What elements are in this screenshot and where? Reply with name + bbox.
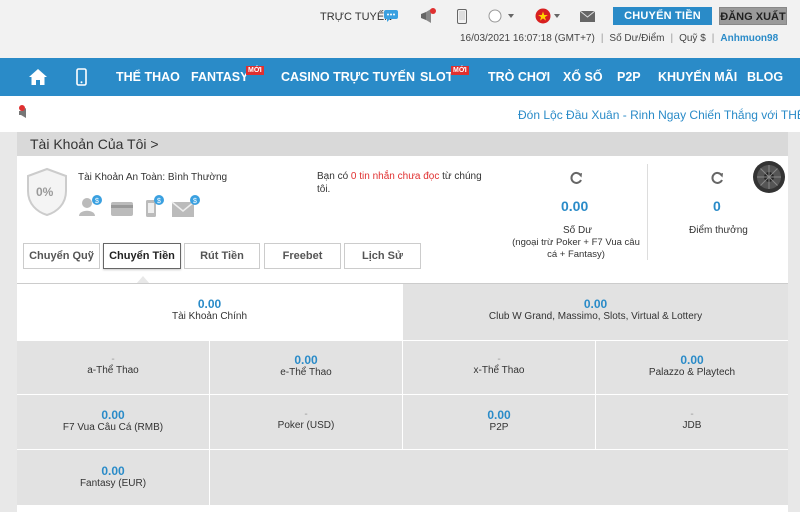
tab-fund-transfer[interactable]: Chuyển Quỹ [23,243,100,269]
nav-blog[interactable]: BLOG [747,70,783,84]
online-label: TRỰC TUYẾN [320,11,393,23]
balance-points-label[interactable]: Số Dư/Điểm [609,33,664,44]
wallet-label: Fantasy (EUR) [79,478,147,489]
nav-fantasy-label: FANTASY [191,70,249,84]
megaphone-icon [18,105,36,126]
wallet-f7[interactable]: 0.00 F7 Vua Câu Cá (RMB) [17,395,209,449]
wallet-label: P2P [489,422,509,433]
wallet-value: 0.00 [294,353,318,367]
divider: | [670,33,674,44]
chat-icon[interactable] [383,8,399,24]
mail-icon[interactable] [579,10,595,22]
profile-verify-icon[interactable]: $ [78,194,104,223]
wallet-value: 0.00 [583,297,608,311]
tab-history[interactable]: Lịch Sử [344,243,421,269]
wallet-label: JDB [682,420,702,431]
new-badge: MỚI [451,66,469,75]
unread-messages-link[interactable]: 0 tin nhắn chưa đọc [351,171,439,182]
transfer-button[interactable]: CHUYỂN TIỀN [613,7,712,25]
username[interactable]: Anhmuon98 [720,33,778,44]
account-info-line: 16/03/2021 16:07:18 (GMT+7) | Số Dư/Điểm… [460,33,778,44]
wallet-e-sport[interactable]: 0.00 e-Thể Thao [210,341,402,394]
security-label: Tài Khoản An Toàn: Bình Thường [78,172,228,183]
points-value: 0 [713,198,721,214]
wallet-label: Poker (USD) [277,420,335,431]
divider: | [600,33,604,44]
wallet-value: 0.00 [101,408,125,422]
unread-messages-notice: Bạn có 0 tin nhắn chưa đọc từ chúng tôi. [317,170,497,196]
mobile-nav-icon[interactable] [76,68,87,91]
wallet-value: 0.00 [101,464,125,478]
refresh-balance-icon[interactable] [569,171,583,190]
nav-promotions[interactable]: KHUYẾN MÃI [658,70,737,84]
wallet-value: 0.00 [487,408,511,422]
wallet-poker[interactable]: - Poker (USD) [210,395,402,449]
announcement-icon[interactable] [418,7,438,25]
svg-text:$: $ [95,198,99,205]
tab-money-transfer[interactable]: Chuyển Tiền [103,243,181,269]
main-nav: THỂ THAO FANTASY MỚI CASINO TRỰC TUYẾN SL… [0,58,800,96]
svg-text:$: $ [157,198,161,205]
nav-p2p[interactable]: P2P [617,70,641,84]
balance-label: Số Dư [563,225,592,236]
wallet-x-sport[interactable]: - x-Thể Thao [403,341,595,394]
wallet-label: Club W Grand, Massimo, Slots, Virtual & … [488,311,703,322]
announcement-text[interactable]: Đón Lộc Đầu Xuân - Rinh Ngay Chiến Thắng… [518,108,800,122]
nav-fantasy[interactable]: FANTASY MỚI [191,66,264,84]
logout-button[interactable]: ĐĂNG XUẤT [719,7,787,25]
tab-freebet[interactable]: Freebet [264,243,341,269]
msg-pre: Bạn có [317,171,351,182]
refresh-points-icon[interactable] [710,171,724,190]
divider [647,164,648,260]
wallet-label: F7 Vua Câu Cá (RMB) [62,422,164,433]
wallet-value: - [111,354,115,365]
points-label: Điểm thưởng [689,225,748,236]
account-title[interactable]: Tài Khoản Của Tôi > [30,136,159,152]
mobile-icon[interactable] [456,8,468,24]
divider: | [711,33,715,44]
datetime: 16/03/2021 16:07:18 (GMT+7) [460,33,595,44]
security-percent: 0% [36,185,54,199]
wallet-value: - [304,409,308,420]
tab-withdraw[interactable]: Rút Tiền [184,243,260,269]
wallet-label: Tài Khoản Chính [171,311,248,322]
lucky-wheel-icon[interactable] [752,158,786,199]
wallet-jdb[interactable]: - JDB [596,395,788,449]
email-verify-icon[interactable]: $ [171,194,201,223]
balance-note: (ngoại trừ Poker + F7 Vua câu cá + Fanta… [512,237,640,260]
vietnam-flag-icon[interactable] [535,8,561,24]
wallet-a-sport[interactable]: - a-Thể Thao [17,341,209,394]
phone-verify-icon[interactable]: $ [144,194,166,223]
home-icon[interactable] [29,69,47,90]
nav-slot[interactable]: SLOT MỚI [420,66,469,84]
nav-slot-label: SLOT [420,70,454,84]
empty-cell [210,450,788,505]
nav-lottery[interactable]: XỔ SỐ [563,70,603,84]
nav-games[interactable]: TRÒ CHƠI [488,70,550,84]
wallet-label: a-Thể Thao [87,365,139,376]
wallet-fantasy[interactable]: 0.00 Fantasy (EUR) [17,450,209,505]
nav-sports[interactable]: THỂ THAO [116,70,180,84]
wallet-label: x-Thể Thao [473,365,525,376]
wallet-label: Palazzo & Playtech [648,367,736,378]
wallet-club[interactable]: 0.00 Club W Grand, Massimo, Slots, Virtu… [403,284,788,340]
bank-card-icon[interactable] [110,194,136,223]
wallet-label: e-Thể Thao [280,367,332,378]
balance-value: 0.00 [561,198,589,214]
wallet-value: 0.00 [680,353,704,367]
wallet-palazzo[interactable]: 0.00 Palazzo & Playtech [596,341,788,394]
wallet-value: - [497,354,501,365]
wallet-main[interactable]: 0.00 Tài Khoản Chính [17,284,402,340]
wallet-value: - [690,409,694,420]
svg-text:$: $ [193,198,197,205]
wallet-value: 0.00 [197,297,222,311]
new-badge: MỚI [246,66,264,75]
language-dropdown[interactable] [488,9,516,23]
nav-live-casino[interactable]: CASINO TRỰC TUYẾN [281,70,415,84]
fund-label[interactable]: Quỹ $ [679,33,706,44]
wallet-p2p[interactable]: 0.00 P2P [403,395,595,449]
